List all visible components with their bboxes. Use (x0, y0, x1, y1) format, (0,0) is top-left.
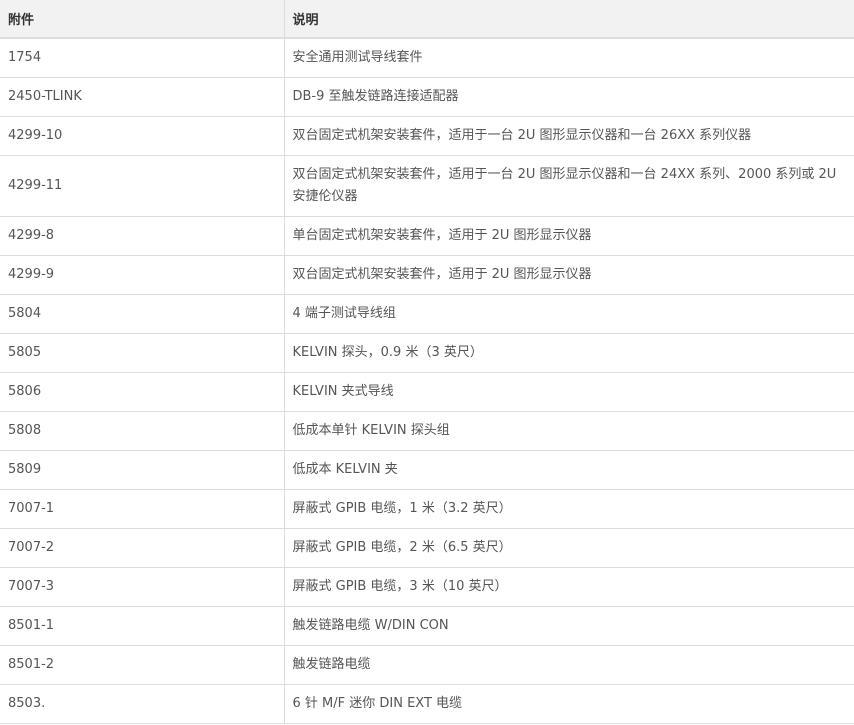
accessory-cell: 7007-2 (0, 528, 285, 568)
accessory-cell: 2450-TLINK (0, 77, 285, 117)
accessory-cell: 5806 (0, 372, 285, 412)
accessory-cell: 5805 (0, 333, 285, 373)
table-row: 8501-1 触发链路电缆 W/DIN CON (0, 606, 854, 646)
description-cell: 触发链路电缆 (284, 645, 854, 685)
description-cell: 安全通用测试导线套件 (284, 38, 854, 78)
description-cell: 4 端子测试导线组 (284, 294, 854, 334)
table-row: 5809 低成本 KELVIN 夹 (0, 450, 854, 490)
accessory-cell: 4299-10 (0, 116, 285, 156)
description-cell: KELVIN 夹式导线 (284, 372, 854, 412)
column-header-description: 说明 (284, 0, 854, 39)
description-cell: 双台固定式机架安装套件，适用于 2U 图形显示仪器 (284, 255, 854, 295)
description-cell: 屏蔽式 GPIB 电缆，1 米（3.2 英尺） (284, 489, 854, 529)
table-row: 2450-TLINK DB-9 至触发链路连接适配器 (0, 77, 854, 117)
description-cell: 屏蔽式 GPIB 电缆，3 米（10 英尺） (284, 567, 854, 607)
description-cell: 单台固定式机架安装套件，适用于 2U 图形显示仪器 (284, 216, 854, 256)
table-row: 7007-3 屏蔽式 GPIB 电缆，3 米（10 英尺） (0, 567, 854, 607)
accessory-cell: 1754 (0, 38, 285, 78)
table-row: 5806 KELVIN 夹式导线 (0, 372, 854, 412)
description-cell: 屏蔽式 GPIB 电缆，2 米（6.5 英尺） (284, 528, 854, 568)
table-row: 4299-9 双台固定式机架安装套件，适用于 2U 图形显示仪器 (0, 255, 854, 295)
accessory-cell: 5808 (0, 411, 285, 451)
accessory-cell: 5804 (0, 294, 285, 334)
description-cell: 触发链路电缆 W/DIN CON (284, 606, 854, 646)
table-row: 1754 安全通用测试导线套件 (0, 38, 854, 78)
accessories-table: 附件 说明 1754 安全通用测试导线套件 2450-TLINK DB-9 至触… (0, 0, 854, 724)
table-row: 8501-2 触发链路电缆 (0, 645, 854, 685)
table-row: 7007-1 屏蔽式 GPIB 电缆，1 米（3.2 英尺） (0, 489, 854, 529)
table-row: 5805 KELVIN 探头，0.9 米（3 英尺） (0, 333, 854, 373)
accessory-cell: 4299-11 (0, 155, 285, 217)
table-row: 4299-10 双台固定式机架安装套件，适用于一台 2U 图形显示仪器和一台 2… (0, 116, 854, 156)
accessory-cell: 5809 (0, 450, 285, 490)
accessory-cell: 8501-2 (0, 645, 285, 685)
description-cell: 双台固定式机架安装套件，适用于一台 2U 图形显示仪器和一台 26XX 系列仪器 (284, 116, 854, 156)
accessory-cell: 8503. (0, 684, 285, 724)
table-row: 5808 低成本单针 KELVIN 探头组 (0, 411, 854, 451)
table-header-row: 附件 说明 (0, 0, 854, 39)
description-cell: KELVIN 探头，0.9 米（3 英尺） (284, 333, 854, 373)
table-row: 4299-8 单台固定式机架安装套件，适用于 2U 图形显示仪器 (0, 216, 854, 256)
table-row: 8503. 6 针 M/F 迷你 DIN EXT 电缆 (0, 684, 854, 724)
description-cell: 6 针 M/F 迷你 DIN EXT 电缆 (284, 684, 854, 724)
table-row: 4299-11 双台固定式机架安装套件，适用于一台 2U 图形显示仪器和一台 2… (0, 155, 854, 217)
accessory-cell: 4299-8 (0, 216, 285, 256)
description-cell: 低成本单针 KELVIN 探头组 (284, 411, 854, 451)
description-cell: 低成本 KELVIN 夹 (284, 450, 854, 490)
accessory-cell: 7007-1 (0, 489, 285, 529)
table-row: 5804 4 端子测试导线组 (0, 294, 854, 334)
description-cell: 双台固定式机架安装套件，适用于一台 2U 图形显示仪器和一台 24XX 系列、2… (284, 155, 854, 217)
accessory-cell: 8501-1 (0, 606, 285, 646)
description-cell: DB-9 至触发链路连接适配器 (284, 77, 854, 117)
accessory-cell: 4299-9 (0, 255, 285, 295)
table-row: 7007-2 屏蔽式 GPIB 电缆，2 米（6.5 英尺） (0, 528, 854, 568)
accessory-cell: 7007-3 (0, 567, 285, 607)
column-header-accessory: 附件 (0, 0, 285, 39)
